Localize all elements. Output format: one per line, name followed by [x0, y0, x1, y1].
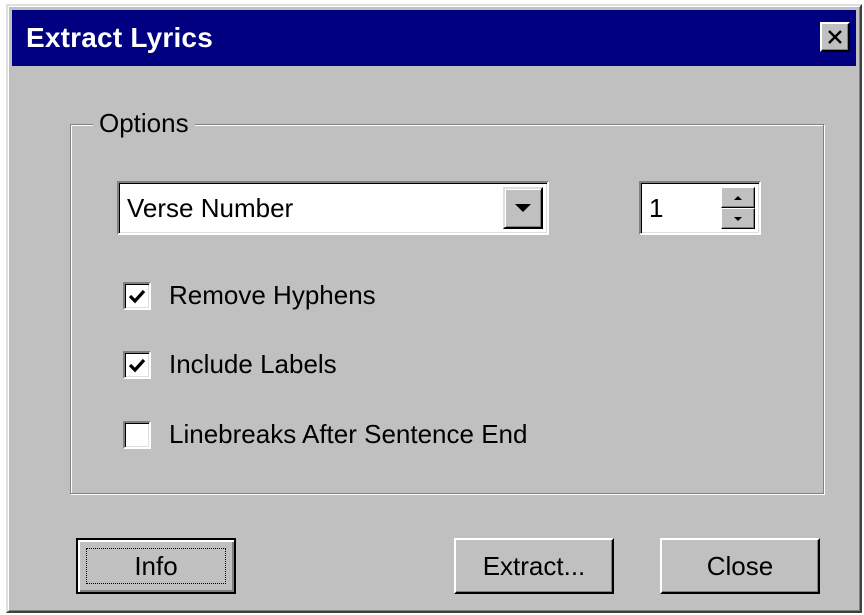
chevron-down-icon	[515, 204, 531, 212]
extract-button-label: Extract...	[482, 550, 586, 581]
spinner-value: 1	[649, 193, 664, 223]
extract-lyrics-dialog: Extract Lyrics Options Verse Number 1 Re…	[6, 4, 862, 613]
combobox-selected-value: Verse Number	[127, 193, 294, 223]
remove-hyphens-label: Remove Hyphens	[169, 280, 376, 310]
close-window-button[interactable]	[820, 22, 850, 52]
arrow-down-icon	[734, 216, 742, 221]
options-group-label: Options	[93, 105, 195, 141]
remove-hyphens-checkbox[interactable]	[123, 281, 151, 310]
verse-type-combobox[interactable]: Verse Number	[117, 181, 549, 235]
remove-hyphens-option[interactable]: Remove Hyphens	[123, 280, 376, 311]
checkmark-icon	[128, 289, 146, 303]
spinner-up-button[interactable]	[721, 187, 755, 208]
include-labels-option[interactable]: Include Labels	[123, 349, 337, 380]
linebreaks-option[interactable]: Linebreaks After Sentence End	[123, 419, 527, 450]
spinner-down-button[interactable]	[721, 208, 755, 229]
close-button-label: Close	[706, 550, 774, 581]
combobox-dropdown-button[interactable]	[503, 187, 543, 229]
linebreaks-label: Linebreaks After Sentence End	[169, 419, 528, 449]
checkmark-icon	[128, 358, 146, 372]
close-button[interactable]: Close	[660, 538, 820, 594]
options-groupbox: Options Verse Number 1 Remove Hyphens In…	[70, 105, 824, 494]
close-icon	[828, 30, 842, 44]
extract-button[interactable]: Extract...	[454, 538, 614, 594]
include-labels-checkbox[interactable]	[123, 350, 151, 379]
arrow-up-icon	[734, 195, 742, 200]
window-title: Extract Lyrics	[26, 22, 213, 53]
info-button-label: Info	[134, 550, 178, 581]
linebreaks-checkbox[interactable]	[123, 420, 151, 449]
verse-number-spinner[interactable]: 1	[639, 181, 761, 235]
include-labels-label: Include Labels	[169, 349, 337, 379]
title-bar[interactable]: Extract Lyrics	[12, 10, 856, 66]
info-button[interactable]: Info	[76, 538, 236, 594]
